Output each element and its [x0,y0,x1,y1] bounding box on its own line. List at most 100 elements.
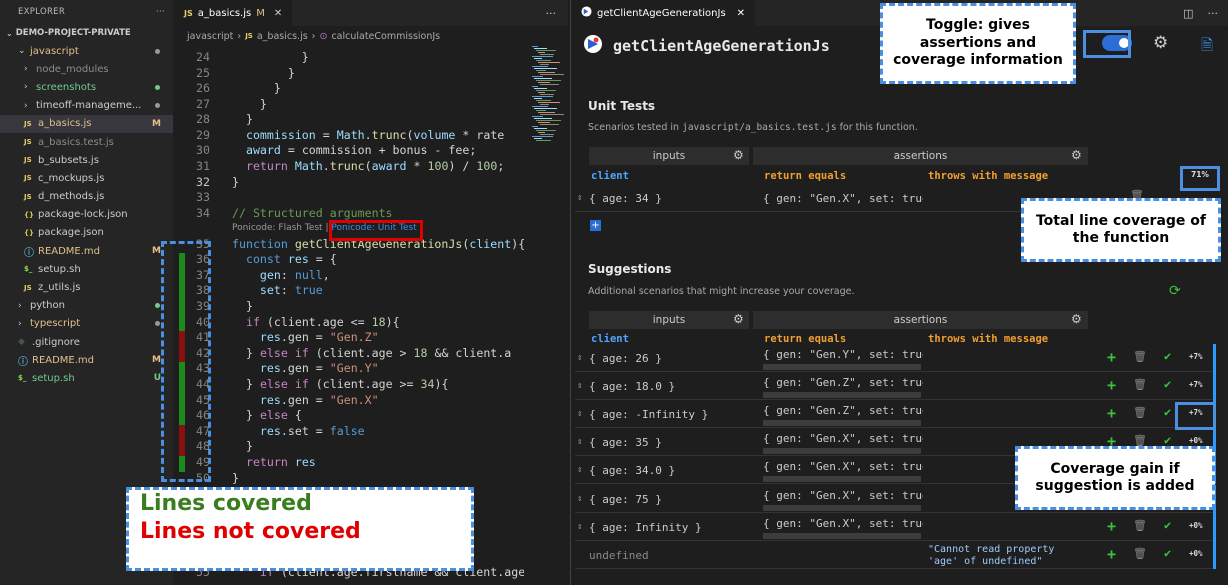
code-line: 44 } else if (client.age >= 34){ [196,377,449,391]
suggestion-return[interactable]: { gen: "Gen.X", set: true [763,485,923,505]
drag-handle-icon[interactable]: ⇕ [577,456,582,484]
refresh-icon[interactable]: ⟳ [1169,283,1181,299]
suggestion-return[interactable]: { gen: "Gen.X", set: true [763,428,923,448]
gear-icon[interactable]: ⚙ [733,148,744,162]
minimap-line [538,102,560,103]
gear-icon[interactable]: ⚙ [733,312,744,326]
suggestion-input[interactable]: { age: 34.0 } [589,456,675,484]
trash-icon[interactable]: 🗑 [1133,547,1147,560]
split-editor-icon[interactable]: ◫ [1183,7,1193,20]
drag-handle-icon[interactable]: ⇕ [577,372,582,400]
trash-icon[interactable]: 🗑 [1133,519,1147,532]
suggestion-return[interactable]: { gen: "Gen.Z", set: true [763,400,923,420]
code-line: 46 } else { [196,408,302,422]
flash-test-lens[interactable]: Ponicode: Flash Test [232,223,323,233]
editor-tab-a-basics[interactable]: JS a_basics.js M ✕ [174,0,293,26]
add-suggestion-icon[interactable]: + [1107,404,1116,422]
breadcrumb-file[interactable]: a_basics.js [257,31,308,42]
sidebar-item[interactable]: JS z_utils.js [0,278,173,296]
sidebar-item[interactable]: JS a_basics.test.js [0,133,173,151]
add-suggestion-icon[interactable]: + [1107,545,1116,563]
test-return[interactable]: { gen: "Gen.X", set: true [763,184,923,212]
sidebar-item[interactable]: JS a_basics.js M [0,114,173,133]
annotation-gain: Coverage gain if suggestion is added [1015,446,1215,510]
sidebar-item[interactable]: JS d_methods.js [0,188,173,206]
editor-more-button[interactable]: ··· [546,7,557,20]
close-icon[interactable]: ✕ [274,8,282,19]
sidebar-item[interactable]: ◆ .gitignore [0,333,173,351]
trash-icon[interactable]: 🗑 [1133,406,1147,419]
breadcrumb-folder[interactable]: javascript [187,31,233,42]
drag-handle-icon[interactable]: ⇕ [577,485,582,513]
breadcrumb-symbol[interactable]: calculateCommissionJs [331,31,440,42]
minimap-line [532,66,548,67]
sidebar-item[interactable]: $_ setup.sh [0,260,173,278]
sidebar-item[interactable]: $_ setup.sh U [0,369,173,387]
panel-tab[interactable]: getClientAgeGenerationJs ✕ [571,0,756,26]
unit-tests-title: Unit Tests [588,99,656,113]
minimap[interactable] [524,46,568,146]
minimap-line [538,82,550,83]
minimap-line [538,52,545,53]
more-actions-icon[interactable]: ··· [1208,7,1219,20]
close-icon[interactable]: ✕ [737,8,745,19]
suggestion-return[interactable]: { gen: "Gen.X", set: true [763,456,923,476]
suggestion-return[interactable]: { gen: "Gen.Z", set: true [763,372,923,392]
suggestion-input[interactable]: { age: -Infinity } [589,400,708,428]
git-status-dot [155,103,160,109]
sidebar-item[interactable]: › screenshots [0,78,173,96]
sidebar-item[interactable]: › timeoff-manageme... [0,97,173,115]
sidebar-item[interactable]: › python [0,297,173,315]
drag-handle-icon[interactable]: ⇕ [577,344,582,372]
add-suggestion-icon[interactable]: + [1107,517,1116,535]
suggestion-input[interactable]: { age: 18.0 } [589,372,675,400]
sidebar-item[interactable]: {} package-lock.json [0,206,173,224]
drag-handle-icon[interactable]: ⇕ [577,513,582,541]
suggestion-row: ⇕{ age: 18.0 } { gen: "Gen.Z", set: true +… [575,372,1216,400]
file-type-icon: {} [24,228,34,237]
sidebar-item[interactable]: ⓘ README.md M [0,351,173,369]
sidebar-item[interactable]: › typescript [0,315,173,333]
code-line: 27 } [196,97,267,111]
suggestion-throws[interactable]: "Cannot read property 'age' of undefined… [928,544,1078,568]
project-root[interactable]: ⌄ DEMO-PROJECT-PRIVATE [0,24,173,42]
sidebar-item[interactable]: {} package.json [0,224,173,242]
code-line: 24 } [196,50,309,64]
add-suggestion-icon[interactable]: + [1107,348,1116,366]
git-status-dot [155,321,160,327]
suggestion-input[interactable]: { age: 35 } [589,428,662,456]
drag-handle-icon[interactable]: ⇕ [577,428,582,456]
gear-icon[interactable]: ⚙ [1071,148,1082,162]
add-suggestion-icon[interactable]: + [1107,376,1116,394]
drag-handle-icon[interactable]: ⇕ [577,400,582,428]
sidebar-item[interactable]: › node_modules [0,60,173,78]
suggestion-input[interactable]: { age: 26 } [589,344,662,372]
suggestion-input[interactable]: undefined [589,541,649,569]
git-status-badge: M [152,246,161,257]
sidebar-item-label: .gitignore [32,336,80,348]
suggestion-return[interactable]: { gen: "Gen.X", set: true [763,513,923,533]
minimap-line [536,70,546,71]
suggestion-input[interactable]: { age: Infinity } [589,513,702,541]
document-icon[interactable]: 🗎 [1201,35,1213,60]
sidebar-item-label: javascript [30,45,79,57]
gear-icon[interactable]: ⚙ [1153,33,1168,53]
annotation-legend: Lines covered Lines not covered [126,487,474,571]
explorer-more-button[interactable]: ··· [156,7,165,17]
drag-handle-icon[interactable]: ⇕ [577,184,582,212]
assertions-header: assertions [753,147,1088,165]
trash-icon[interactable]: 🗑 [1133,350,1147,363]
check-icon: ✔ [1164,377,1172,391]
value-bar [763,364,921,370]
add-test-icon[interactable]: + [590,220,601,231]
sidebar-item[interactable]: JS b_subsets.js [0,151,173,169]
sidebar-item[interactable]: ⌄ javascript [0,42,173,60]
suggestion-input[interactable]: { age: 75 } [589,485,662,513]
suggestion-return[interactable]: { gen: "Gen.Y", set: true [763,344,923,364]
test-input[interactable]: { age: 34 } [589,184,662,212]
sidebar-item[interactable]: ⓘ README.md M [0,242,173,260]
legend-covered: Lines covered [140,491,312,516]
gear-icon[interactable]: ⚙ [1071,312,1082,326]
sidebar-item[interactable]: JS c_mockups.js [0,169,173,187]
trash-icon[interactable]: 🗑 [1133,378,1147,391]
